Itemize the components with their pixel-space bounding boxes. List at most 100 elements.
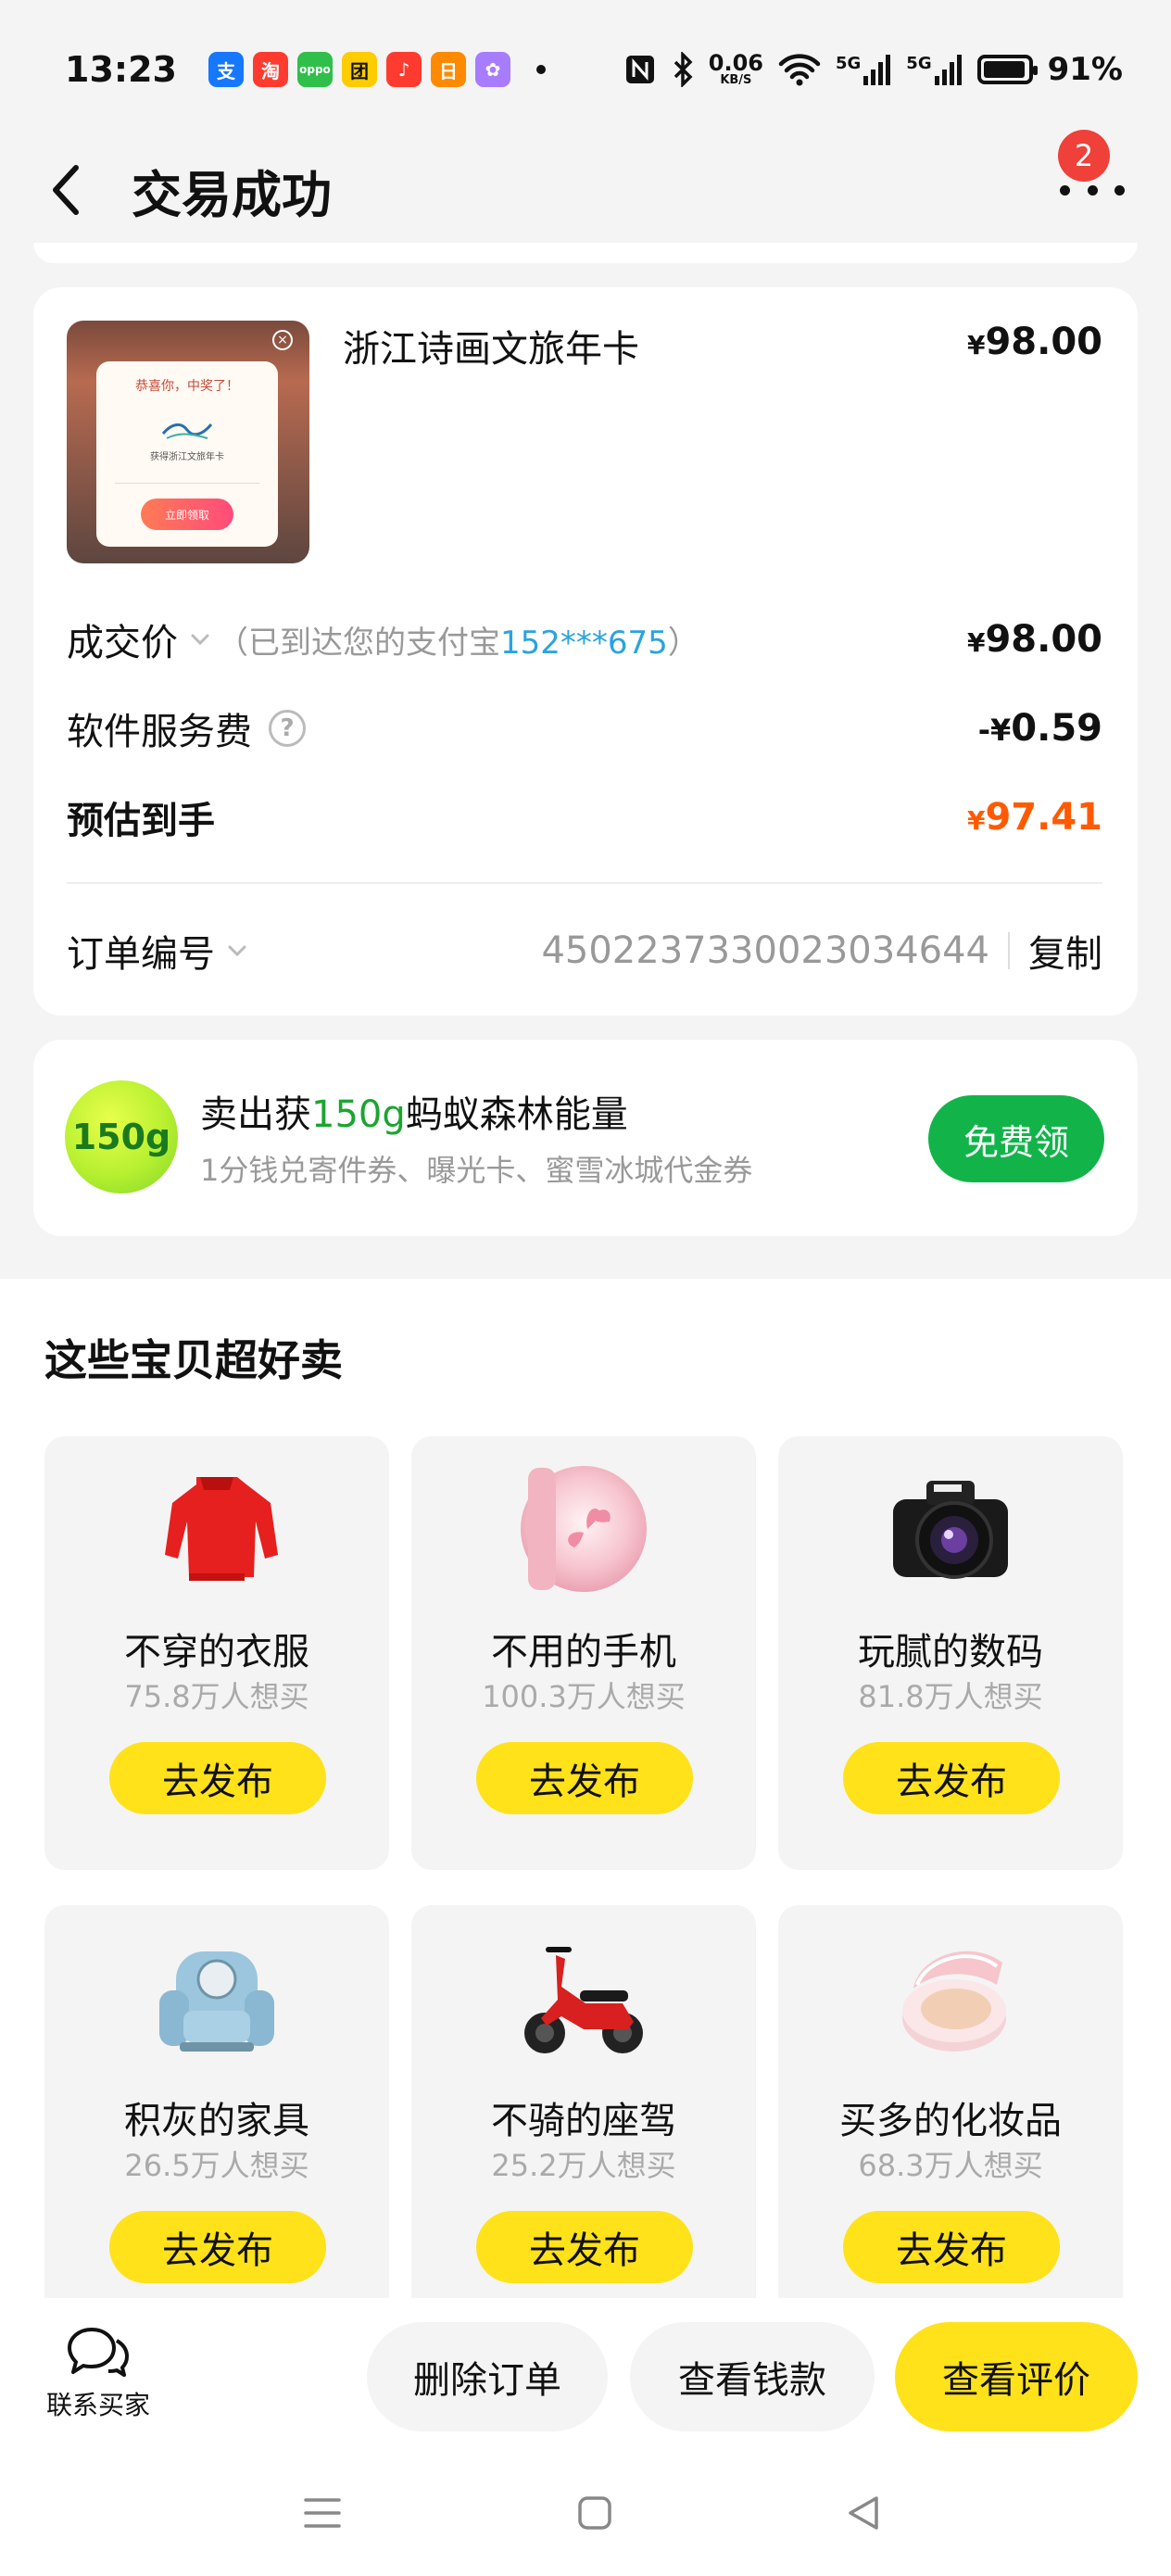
close-icon: ×: [272, 330, 293, 350]
deal-hint-prefix: （已到达您的支付宝: [217, 624, 500, 662]
popup-input-line: [115, 471, 259, 484]
popup-title: 恭喜你，中奖了！: [135, 379, 239, 394]
order-card: 恭喜你，中奖了！ 获得浙江文旅年卡 立即领取 × 浙江诗画文旅年卡 ¥98.00…: [33, 287, 1138, 1016]
view-money-button[interactable]: 查看钱款: [630, 2322, 875, 2431]
service-fee-row: 软件服务费 ? -¥0.59: [67, 701, 1102, 756]
gallery-app-icon: ✿: [474, 52, 510, 87]
back-triangle-icon[interactable]: [845, 2494, 882, 2532]
recommend-tile[interactable]: 不骑的座驾 25.2万人想买 去发布: [411, 1905, 756, 2339]
estimate-value: 97.41: [985, 796, 1102, 839]
tile-name: 不穿的衣服: [124, 1631, 309, 1673]
tile-name: 积灰的家具: [124, 2100, 309, 2142]
nfc-icon: [625, 56, 654, 83]
alipay-app-icon: 支: [208, 52, 244, 87]
status-bar: 13:23 支 淘 oppo 团 ♪ 日 ✿ 0.06 KB/S 5G 5G 9…: [0, 0, 1171, 139]
recommend-section: 这些宝贝超好卖 不穿的衣服 75.8万人想买 去发布 不用的手机 100.3万人…: [0, 1279, 1171, 2339]
tile-count: 68.3万人想买: [858, 2148, 1043, 2183]
order-number-row: 订单编号 4502237330023034644 复制: [67, 923, 1102, 979]
order-number-label-group[interactable]: 订单编号: [67, 924, 250, 978]
product-image-popup: 恭喜你，中奖了！ 获得浙江文旅年卡 立即领取: [96, 361, 278, 547]
message-badge: 2: [1058, 130, 1110, 182]
deal-hint: （已到达您的支付宝152***675）: [217, 617, 699, 663]
product-price-value: 98.00: [985, 321, 1102, 363]
copy-button[interactable]: 复制: [1028, 924, 1102, 978]
free-claim-button[interactable]: 免费领: [928, 1095, 1104, 1182]
service-fee-prefix: -¥: [977, 713, 1012, 748]
system-nav-bar: [0, 2454, 1171, 2576]
energy-title: 卖出获150g蚂蚁森林能量: [200, 1084, 628, 1138]
order-number-value: 4502237330023034644: [541, 929, 989, 972]
recommend-tile[interactable]: 不用的手机 100.3万人想买 去发布: [411, 1436, 756, 1870]
meituan-app-icon: 团: [341, 52, 377, 87]
service-fee-amount: -¥0.59: [978, 707, 1102, 750]
estimate-label-group: 预估到手: [67, 790, 215, 844]
publish-button[interactable]: 去发布: [476, 1742, 693, 1814]
net-speed: 0.06 KB/S: [709, 52, 763, 87]
publish-button[interactable]: 去发布: [109, 1742, 326, 1814]
net-speed-unit: KB/S: [720, 73, 752, 87]
order-number-label: 订单编号: [67, 933, 215, 976]
publish-button[interactable]: 去发布: [476, 2211, 693, 2283]
publish-button[interactable]: 去发布: [843, 2211, 1060, 2283]
help-icon[interactable]: ?: [269, 710, 306, 747]
tile-name: 不骑的座驾: [491, 2100, 676, 2142]
estimate-row: 预估到手 ¥97.41: [67, 789, 1102, 845]
deal-price-value: 98.00: [985, 618, 1102, 661]
service-fee-label: 软件服务费: [67, 711, 252, 753]
energy-title-highlight: 150g: [311, 1093, 406, 1136]
deal-price-amount: ¥98.00: [967, 618, 1102, 661]
energy-ball-icon: 150g: [65, 1080, 178, 1193]
copy-separator: [1008, 932, 1010, 969]
chevron-down-icon: [228, 945, 246, 957]
music-app-icon: ♪: [385, 52, 422, 87]
tile-count: 75.8万人想买: [124, 1679, 309, 1714]
deal-price-label-group[interactable]: 成交价 （已到达您的支付宝152***675）: [67, 612, 699, 666]
energy-subtitle: 1分钱兑寄件券、曝光卡、蜜雪冰城代金券: [200, 1153, 753, 1188]
more-dot-icon: [1114, 184, 1125, 196]
publish-button[interactable]: 去发布: [109, 2211, 326, 2283]
view-review-button[interactable]: 查看评价: [895, 2322, 1138, 2431]
more-dot-icon: [1060, 184, 1070, 196]
signal-2: 5G: [906, 54, 962, 85]
home-icon[interactable]: [576, 2494, 613, 2532]
deal-price-label: 成交价: [67, 622, 178, 664]
deal-hint-suffix: ）: [667, 624, 699, 662]
menu-icon[interactable]: [302, 2494, 343, 2532]
recommend-tile[interactable]: 买多的化妆品 68.3万人想买 去发布: [778, 1905, 1123, 2339]
wifi-icon: [778, 54, 821, 86]
notification-dot-icon: [535, 65, 546, 74]
tile-name: 买多的化妆品: [839, 2100, 1062, 2142]
recommend-tile[interactable]: 积灰的家具 26.5万人想买 去发布: [44, 1905, 389, 2339]
cushion-compact-icon: [902, 1951, 1006, 2052]
recommend-tile[interactable]: 不穿的衣服 75.8万人想买 去发布: [44, 1436, 389, 1870]
card-logo-icon: [161, 423, 213, 439]
page-title: 交易成功: [132, 165, 332, 224]
status-right: 0.06 KB/S 5G 5G 91%: [623, 51, 1123, 88]
calendar-app-icon: 日: [430, 52, 466, 87]
publish-button[interactable]: 去发布: [843, 1742, 1060, 1814]
more-dot-icon: [1087, 184, 1098, 196]
bluetooth-icon: [674, 52, 693, 87]
nav-bar: 交易成功: [0, 139, 1171, 241]
delete-order-button[interactable]: 删除订单: [367, 2322, 608, 2431]
product-image[interactable]: 恭喜你，中奖了！ 获得浙江文旅年卡 立即领取 ×: [67, 321, 309, 563]
bottom-action-bar: 联系买家 删除订单 查看钱款 查看评价: [0, 2298, 1171, 2454]
estimate-amount: ¥97.41: [967, 796, 1102, 839]
tile-name: 不用的手机: [491, 1631, 676, 1673]
chat-icon: [68, 2328, 129, 2377]
estimate-label: 预估到手: [67, 800, 215, 842]
product-price: ¥98.00: [967, 321, 1102, 363]
signal-bars-icon: [934, 55, 962, 85]
contact-buyer-button[interactable]: 联系买家: [43, 2324, 154, 2422]
popup-subtitle: 获得浙江文旅年卡: [150, 452, 224, 462]
product-title[interactable]: 浙江诗画文旅年卡: [343, 319, 639, 373]
currency-symbol: ¥: [966, 330, 986, 360]
back-arrow-icon: [53, 165, 79, 215]
status-time: 13:23: [65, 49, 177, 90]
net-speed-value: 0.06: [708, 50, 763, 76]
back-button[interactable]: [46, 162, 102, 218]
signal-2-label: 5G: [906, 54, 932, 73]
signal-bars-icon: [863, 55, 891, 85]
signal-1: 5G: [836, 54, 891, 85]
recommend-tile[interactable]: 玩腻的数码 81.8万人想买 去发布: [778, 1436, 1123, 1870]
